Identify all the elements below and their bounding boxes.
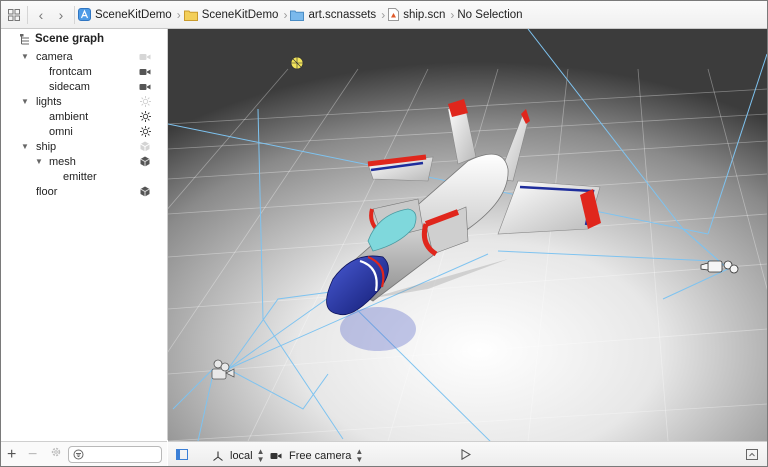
- play-button[interactable]: [461, 449, 471, 460]
- folder-icon: [183, 10, 198, 21]
- toggle-inspector-button[interactable]: [746, 449, 758, 460]
- breadcrumb-file[interactable]: ship.scn: [388, 8, 447, 21]
- scene-editor-window: ‹ › SceneKitDemo › SceneKitDemo › art.sc…: [0, 0, 768, 467]
- node-label: ship: [36, 140, 57, 153]
- scene-graph-sidebar: Scene graph ▼ camera frontcam sidecam ▼ …: [1, 29, 168, 440]
- chevron-right-icon: ›: [58, 6, 64, 23]
- hierarchy-icon: [20, 33, 29, 44]
- coordinate-space-popup[interactable]: local ▲ ▼: [213, 448, 265, 464]
- toolbar-divider: [74, 5, 75, 24]
- breadcrumb-label: SceneKitDemo: [95, 8, 172, 21]
- scene-viewport[interactable]: [168, 29, 767, 441]
- node-label: ambient: [49, 110, 89, 123]
- breadcrumb-label: ship.scn: [403, 8, 446, 21]
- panel-toggle-icon: [746, 449, 758, 460]
- chevron-right-icon: ›: [381, 7, 386, 22]
- disclosure-triangle-icon[interactable]: ▼: [21, 97, 29, 106]
- breadcrumb-project[interactable]: SceneKitDemo: [78, 8, 174, 21]
- remove-node-button[interactable]: −: [28, 446, 37, 464]
- camera-label: Free camera: [289, 450, 352, 462]
- scene-graph-header: Scene graph: [20, 33, 104, 45]
- scene-graph-title: Scene graph: [35, 33, 105, 45]
- sidebar-toggle-icon: [176, 449, 188, 460]
- back-button[interactable]: ‹: [31, 5, 51, 25]
- light-gizmo-icon: [290, 56, 304, 70]
- scene-render: [168, 29, 767, 441]
- breadcrumb-label: No Selection: [457, 8, 523, 21]
- geometry-icon: [139, 156, 151, 167]
- camera-icon: [139, 51, 151, 62]
- node-label: camera: [36, 50, 73, 63]
- grid-icon: [8, 8, 20, 21]
- outline-row-ambient[interactable]: ambient: [1, 109, 167, 124]
- node-label: mesh: [49, 155, 76, 168]
- outline-row-frontcam[interactable]: frontcam: [1, 64, 167, 79]
- disclosure-triangle-icon[interactable]: ▼: [35, 157, 43, 166]
- outline-row-mesh[interactable]: ▼ mesh: [1, 154, 167, 169]
- camera-icon: [270, 453, 282, 459]
- axis-icon: [213, 451, 223, 461]
- sidebar-bottom-bar: + −: [1, 441, 167, 466]
- forward-button[interactable]: ›: [51, 5, 71, 25]
- toolbar-divider: [27, 5, 28, 24]
- breadcrumb-folder[interactable]: art.scnassets: [290, 9, 378, 21]
- node-label: emitter: [63, 170, 97, 183]
- viewport-toolbar: local ▲ ▼ Free camera ▲ ▼: [168, 441, 767, 466]
- camera-icon: [139, 66, 151, 77]
- filter-icon: [73, 449, 84, 460]
- outline-row-omni[interactable]: omni: [1, 124, 167, 139]
- gear-icon[interactable]: [50, 446, 62, 461]
- outline-row-lights[interactable]: ▼ lights: [1, 94, 167, 109]
- point-of-view-popup[interactable]: Free camera ▲ ▼: [270, 448, 363, 464]
- light-icon: [139, 96, 151, 107]
- node-label: lights: [36, 95, 62, 108]
- jump-bar: ‹ › SceneKitDemo › SceneKitDemo › art.sc…: [1, 1, 767, 29]
- ship-model: [326, 99, 601, 316]
- chevron-right-icon: ›: [450, 7, 455, 22]
- node-label: frontcam: [49, 65, 92, 78]
- filter-field[interactable]: [68, 446, 162, 463]
- outline-row-sidecam[interactable]: sidecam: [1, 79, 167, 94]
- camera-icon: [139, 81, 151, 92]
- outline-row-camera[interactable]: ▼ camera: [1, 49, 167, 64]
- light-icon: [139, 126, 151, 137]
- outline-row-ship[interactable]: ▼ ship: [1, 139, 167, 154]
- breadcrumb-label: SceneKitDemo: [201, 8, 279, 21]
- chevron-right-icon: ›: [283, 7, 288, 22]
- scene-file-icon: [388, 8, 400, 21]
- disclosure-triangle-icon[interactable]: ▼: [21, 142, 29, 151]
- chevron-left-icon: ‹: [38, 6, 44, 23]
- breadcrumb-label: art.scnassets: [308, 8, 377, 21]
- app-icon: [78, 8, 91, 21]
- ship-reflection: [340, 307, 416, 351]
- light-icon: [139, 111, 151, 122]
- disclosure-triangle-icon[interactable]: ▼: [21, 52, 29, 61]
- node-label: floor: [36, 185, 58, 198]
- filter-input[interactable]: [87, 448, 157, 461]
- breadcrumb-group[interactable]: SceneKitDemo: [183, 8, 281, 21]
- related-items-button[interactable]: [4, 5, 24, 25]
- node-label: sidecam: [49, 80, 90, 93]
- breadcrumb-selection[interactable]: No Selection: [457, 9, 524, 21]
- coordinate-space-label: local: [230, 450, 253, 462]
- outline-row-floor[interactable]: floor: [1, 184, 167, 199]
- geometry-icon: [139, 186, 151, 197]
- play-icon: [461, 449, 471, 460]
- toggle-outline-button[interactable]: [176, 449, 188, 460]
- up-down-chevron-icon: ▲ ▼: [355, 447, 364, 464]
- outline-row-emitter[interactable]: emitter: [1, 169, 167, 184]
- chevron-right-icon: ›: [176, 7, 181, 22]
- add-node-button[interactable]: +: [7, 446, 16, 464]
- camera-gizmo-icon: [700, 260, 739, 274]
- up-down-chevron-icon: ▲ ▼: [256, 447, 265, 464]
- folder-icon: [290, 10, 305, 21]
- geometry-icon: [139, 141, 151, 152]
- node-label: omni: [49, 125, 73, 138]
